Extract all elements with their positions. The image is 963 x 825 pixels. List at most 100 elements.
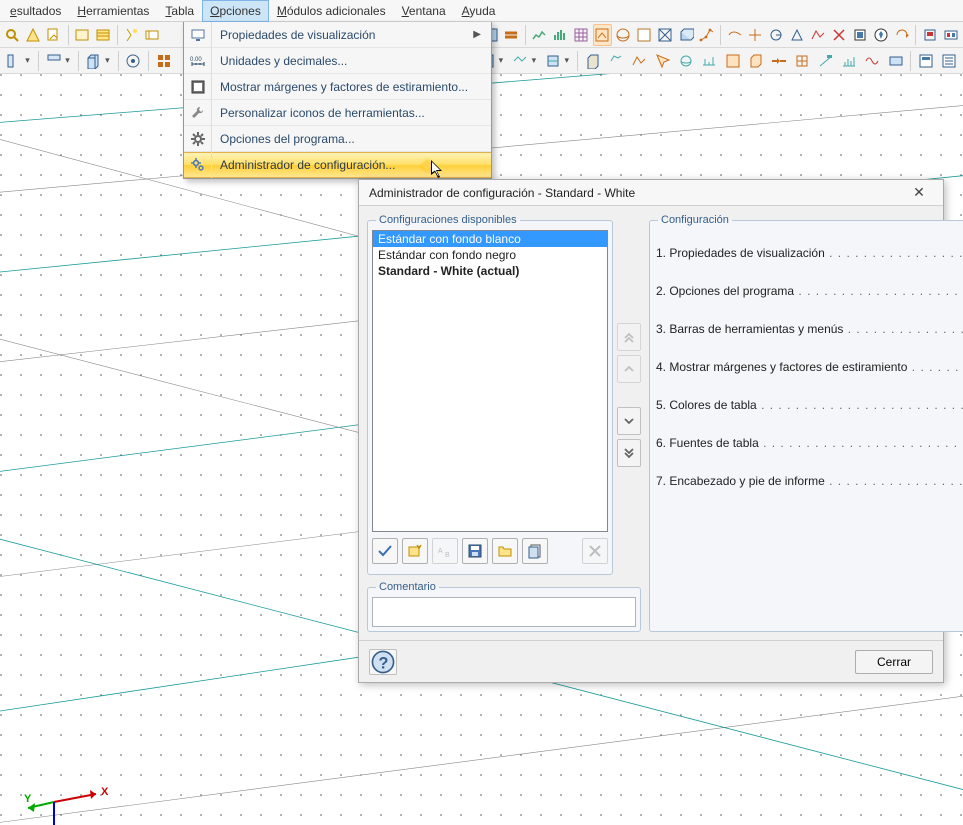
move-down-button[interactable] xyxy=(617,407,641,435)
close-button[interactable]: Cerrar xyxy=(855,650,933,674)
dropdown-arrow-icon[interactable]: ▾ xyxy=(565,55,575,66)
move-up-button[interactable] xyxy=(617,355,641,383)
toolbar-btn[interactable] xyxy=(746,24,765,46)
available-configs-list[interactable]: Estándar con fondo blanco Estándar con f… xyxy=(372,230,608,532)
toolbar-btn[interactable] xyxy=(582,50,603,72)
toolbar-separator xyxy=(525,25,526,45)
menu-resultados[interactable]: esultados xyxy=(2,0,69,22)
config-row: 7. Encabezado y pie de informe xyxy=(656,462,963,500)
toolbar-btn[interactable] xyxy=(509,50,530,72)
dialog-titlebar[interactable]: Administrador de configuración - Standar… xyxy=(359,180,943,206)
menu-opciones[interactable]: Opciones xyxy=(202,0,269,22)
delete-button[interactable] xyxy=(582,538,608,564)
toolbar-btn[interactable] xyxy=(530,24,549,46)
axes-gizmo: X Y Z xyxy=(24,772,114,825)
toolbar-btn[interactable] xyxy=(815,50,836,72)
dropdown-arrow-icon[interactable]: ▾ xyxy=(105,55,115,66)
toolbar-btn[interactable] xyxy=(593,24,612,46)
toolbar-btn[interactable] xyxy=(614,24,633,46)
toolbar-btn[interactable] xyxy=(605,50,626,72)
toolbar-btn[interactable] xyxy=(123,50,144,72)
save-button[interactable] xyxy=(462,538,488,564)
toolbar-btn[interactable] xyxy=(830,24,849,46)
toolbar-btn[interactable] xyxy=(73,24,92,46)
dropdown-arrow-icon[interactable]: ▾ xyxy=(499,55,509,66)
config-row: 5. Colores de tabla xyxy=(656,386,963,424)
toolbar-btn[interactable] xyxy=(851,24,870,46)
list-item[interactable]: Estándar con fondo blanco xyxy=(373,231,607,247)
list-item[interactable]: Estándar con fondo negro xyxy=(373,247,607,263)
toolbar-btn[interactable] xyxy=(767,24,786,46)
toolbar-btn[interactable] xyxy=(885,50,906,72)
toolbar-btn[interactable] xyxy=(915,50,936,72)
toolbar-btn[interactable] xyxy=(699,50,720,72)
dropdown-arrow-icon[interactable]: ▾ xyxy=(65,55,75,66)
toolbar-btn[interactable] xyxy=(676,24,695,46)
toolbar-btn[interactable] xyxy=(94,24,113,46)
toolbar-btn[interactable] xyxy=(142,24,161,46)
toolbar-btn[interactable] xyxy=(697,24,716,46)
menu-herramientas[interactable]: Herramientas xyxy=(69,0,157,22)
menu-tabla[interactable]: Tabla xyxy=(157,0,202,22)
toolbar-btn[interactable] xyxy=(83,50,104,72)
toolbar-btn[interactable] xyxy=(941,24,960,46)
toolbar-btn[interactable] xyxy=(745,50,766,72)
menu-item-administrador-configuracion[interactable]: Administrador de configuración... xyxy=(184,152,491,178)
menu-item-margenes[interactable]: Mostrar márgenes y factores de estiramie… xyxy=(184,74,491,100)
toolbar-btn[interactable] xyxy=(551,24,570,46)
toolbar-btn[interactable] xyxy=(939,50,960,72)
close-icon[interactable]: ✕ xyxy=(901,183,937,203)
toolbar-btn[interactable] xyxy=(629,50,650,72)
toolbar-btn[interactable] xyxy=(43,50,64,72)
menu-item-unidades-decimales[interactable]: 0.00 Unidades y decimales... xyxy=(184,48,491,74)
menu-item-personalizar-iconos[interactable]: Personalizar iconos de herramientas... xyxy=(184,100,491,126)
toolbar-btn[interactable] xyxy=(862,50,883,72)
toolbar-btn[interactable] xyxy=(792,50,813,72)
dropdown-arrow-icon[interactable]: ▾ xyxy=(25,55,35,66)
toolbar-btn[interactable] xyxy=(872,24,891,46)
toolbar-btn[interactable] xyxy=(655,24,674,46)
menu-item-propiedades-visualizacion[interactable]: Propiedades de visualización ▶ xyxy=(184,22,491,48)
toolbar-btn[interactable] xyxy=(502,24,521,46)
toolbar-btn[interactable] xyxy=(769,50,790,72)
toolbar-btn[interactable] xyxy=(675,50,696,72)
toolbar-btn[interactable] xyxy=(24,24,43,46)
toolbar-btn[interactable] xyxy=(893,24,912,46)
clipboard-button[interactable] xyxy=(522,538,548,564)
toolbar-separator xyxy=(910,51,911,71)
menu-modulos-adicionales[interactable]: Módulos adicionales xyxy=(269,0,394,22)
toolbar-btn[interactable] xyxy=(45,24,64,46)
list-item[interactable]: Standard - White (actual) xyxy=(373,263,607,279)
move-bottom-button[interactable] xyxy=(617,439,641,467)
svg-text:Y: Y xyxy=(24,793,32,805)
toolbar-separator xyxy=(78,51,79,71)
toolbar-btn[interactable] xyxy=(153,50,174,72)
toolbar-btn[interactable] xyxy=(121,24,140,46)
toolbar-btn[interactable] xyxy=(838,50,859,72)
svg-text:X: X xyxy=(101,786,109,798)
comment-input[interactable] xyxy=(372,597,636,627)
toolbar-btn[interactable] xyxy=(3,24,22,46)
toolbar-btn[interactable] xyxy=(722,50,743,72)
rename-button[interactable]: AB xyxy=(432,538,458,564)
menu-item-opciones-programa[interactable]: Opciones del programa... xyxy=(184,126,491,152)
menu-ayuda[interactable]: Ayuda xyxy=(454,0,504,22)
toolbar-separator xyxy=(915,25,916,45)
toolbar-btn[interactable] xyxy=(634,24,653,46)
group-available-label: Configuraciones disponibles xyxy=(376,214,520,226)
dropdown-arrow-icon[interactable]: ▾ xyxy=(532,55,542,66)
toolbar-btn[interactable] xyxy=(572,24,591,46)
help-button[interactable]: ? xyxy=(369,649,397,675)
toolbar-btn[interactable] xyxy=(652,50,673,72)
new-button[interactable] xyxy=(402,538,428,564)
apply-button[interactable] xyxy=(372,538,398,564)
toolbar-btn[interactable] xyxy=(920,24,939,46)
toolbar-btn[interactable] xyxy=(725,24,744,46)
toolbar-btn[interactable] xyxy=(788,24,807,46)
toolbar-btn[interactable] xyxy=(809,24,828,46)
toolbar-btn[interactable] xyxy=(3,50,24,72)
move-top-button[interactable] xyxy=(617,323,641,351)
toolbar-btn[interactable] xyxy=(542,50,563,72)
menu-ventana[interactable]: Ventana xyxy=(394,0,454,22)
open-button[interactable] xyxy=(492,538,518,564)
